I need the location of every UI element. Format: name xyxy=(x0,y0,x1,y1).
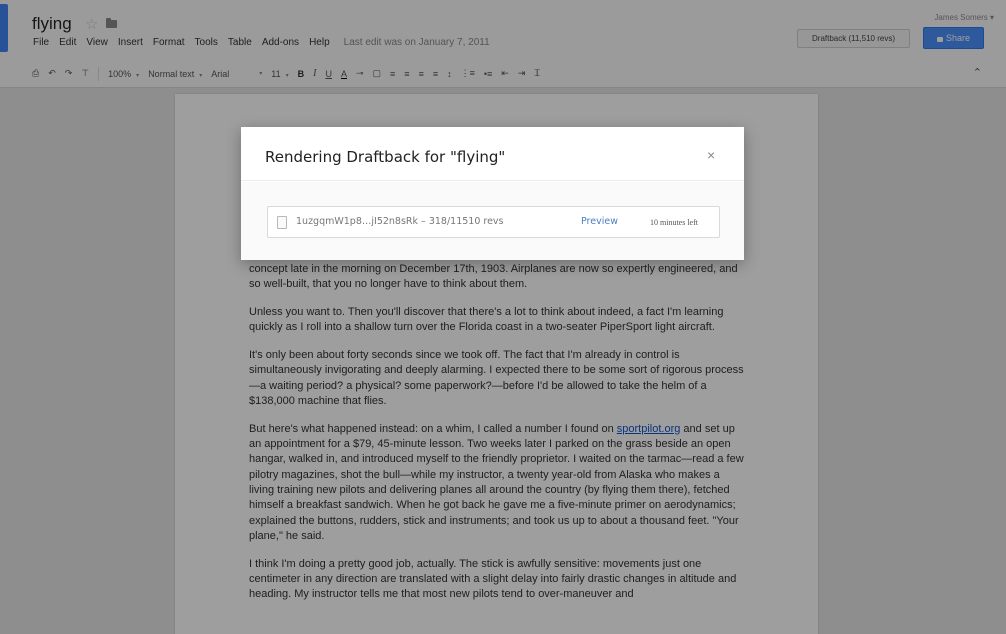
preview-link[interactable]: Preview xyxy=(581,216,618,227)
document-icon xyxy=(277,216,287,229)
close-icon[interactable]: × xyxy=(707,148,715,162)
dialog-title: Rendering Draftback for "flying" xyxy=(265,148,506,166)
time-remaining: 10 minutes left xyxy=(650,218,698,227)
draftback-dialog: Rendering Draftback for "flying" × 1uzgq… xyxy=(241,127,744,260)
modal-backdrop[interactable] xyxy=(0,0,1006,634)
dialog-body: 1uzgqmW1p8…jI52n8sRk – 318/11510 revs Pr… xyxy=(241,182,744,260)
revision-progress-text: 1uzgqmW1p8…jI52n8sRk – 318/11510 revs xyxy=(296,216,504,227)
render-progress-row: 1uzgqmW1p8…jI52n8sRk – 318/11510 revs Pr… xyxy=(267,206,720,238)
dialog-header: Rendering Draftback for "flying" × xyxy=(241,127,744,181)
